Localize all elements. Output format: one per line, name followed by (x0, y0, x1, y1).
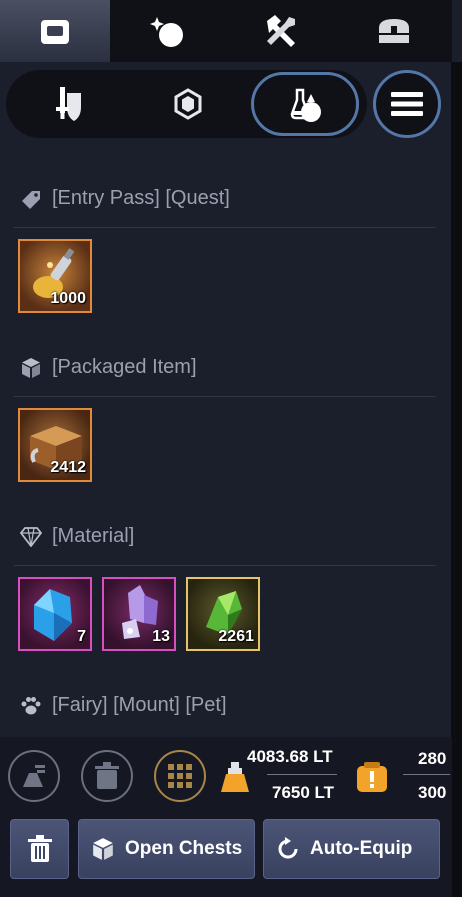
category-tab-bar (0, 0, 452, 62)
section-label: [Material] (52, 525, 135, 547)
grid-icon (168, 764, 192, 788)
hamburger-icon (391, 92, 423, 116)
tools-icon (267, 15, 295, 47)
section-header-material[interactable]: [Material] (20, 525, 134, 548)
item-quantity: 2261 (218, 628, 254, 645)
potion-bag-icon (290, 88, 321, 122)
item-quantity: 1000 (50, 290, 86, 307)
trash-icon (27, 835, 52, 862)
delete-button[interactable] (10, 819, 69, 879)
tab-inventory[interactable] (0, 0, 110, 62)
divider (403, 774, 450, 775)
refresh-icon (278, 837, 298, 859)
item-quantity: 7 (77, 628, 86, 645)
item-slot[interactable]: 2412 (18, 408, 92, 482)
section-label: [Fairy] [Mount] [Pet] (52, 694, 227, 716)
slots-max: 300 (418, 783, 447, 802)
item-slot[interactable]: 13 (102, 577, 176, 651)
button-label: Auto-Equip (310, 838, 413, 859)
gem-icon (174, 88, 202, 120)
menu-button[interactable] (373, 70, 441, 138)
filter-consumables[interactable] (251, 72, 359, 136)
auto-equip-button[interactable]: Auto-Equip (263, 819, 440, 879)
orb-sparkle-icon (150, 17, 183, 47)
auto-sell-button[interactable] (8, 750, 60, 802)
divider (14, 227, 436, 228)
weight-current: 4083.68 LT (247, 747, 333, 766)
item-filter-bar (6, 70, 367, 138)
item-slot[interactable]: 7 (18, 577, 92, 651)
tab-storage[interactable] (339, 0, 449, 62)
filter-equipment[interactable] (16, 72, 124, 136)
item-slot[interactable]: 1000 (18, 239, 92, 313)
grid-view-button[interactable] (154, 750, 206, 802)
divider (267, 774, 337, 775)
ticket-icon (22, 190, 40, 209)
diamond-icon (20, 526, 42, 547)
chest-icon (379, 19, 409, 43)
item-quantity: 13 (152, 628, 170, 645)
bulk-delete-button[interactable] (81, 750, 133, 802)
filter-gems[interactable] (134, 72, 242, 136)
paw-icon (21, 696, 41, 714)
scrollbar[interactable] (451, 62, 462, 897)
package-icon (93, 838, 113, 860)
divider (14, 396, 436, 397)
section-header-pets[interactable]: [Fairy] [Mount] [Pet] (20, 694, 227, 717)
section-header-packaged[interactable]: [Packaged Item] (20, 356, 197, 379)
item-slot[interactable]: 2261 (186, 577, 260, 651)
button-label: Open Chests (125, 838, 243, 859)
open-chests-button[interactable]: Open Chests (78, 819, 255, 879)
tab-skills[interactable] (113, 0, 223, 62)
slots-current: 280 (418, 749, 447, 768)
weight-max: 7650 LT (272, 783, 335, 802)
package-icon (22, 357, 40, 378)
section-label: [Entry Pass] [Quest] (52, 187, 230, 209)
section-label: [Packaged Item] (52, 356, 197, 378)
bag-warning-icon (357, 762, 387, 792)
sword-shield-icon (56, 87, 81, 121)
section-header-entry-quest[interactable]: [Entry Pass] [Quest] (20, 187, 230, 210)
bag-icon (41, 20, 69, 44)
broom-sparkle-icon (23, 765, 45, 787)
item-quantity: 2412 (50, 459, 86, 476)
divider (14, 565, 436, 566)
tab-crafting[interactable] (226, 0, 336, 62)
trash-icon (95, 762, 119, 789)
